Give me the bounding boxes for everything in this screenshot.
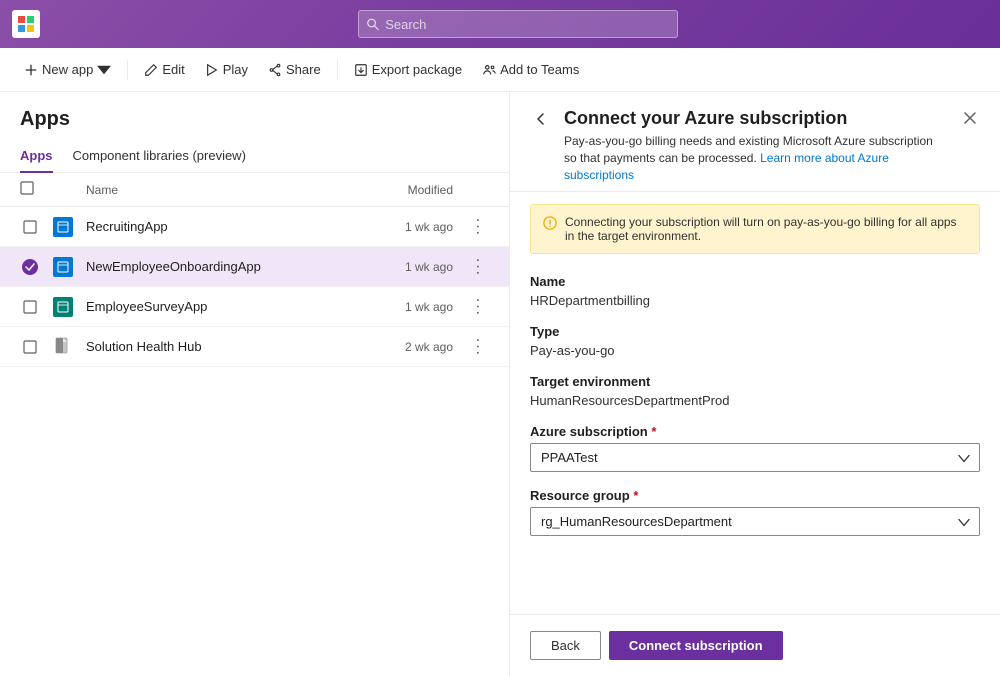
row-checkbox-3[interactable] xyxy=(20,300,40,314)
selected-check-icon xyxy=(22,259,38,275)
row-actions-3[interactable]: ··· xyxy=(465,298,489,316)
search-input[interactable] xyxy=(385,17,669,32)
panel-form: Name HRDepartmentbilling Type Pay-as-you… xyxy=(510,266,1000,614)
azure-sub-dropdown[interactable]: PPAATest xyxy=(530,443,980,472)
share-button[interactable]: Share xyxy=(260,57,329,82)
resource-group-dropdown[interactable]: rg_HumanResourcesDepartment xyxy=(530,507,980,536)
row-name-1: RecruitingApp xyxy=(86,219,361,234)
new-app-label: New app xyxy=(42,62,93,77)
warning-text: Connecting your subscription will turn o… xyxy=(565,215,967,243)
field-type: Type Pay-as-you-go xyxy=(530,324,980,358)
target-env-label: Target environment xyxy=(530,374,980,389)
canvas-icon-blue-2 xyxy=(53,257,73,277)
name-value: HRDepartmentbilling xyxy=(530,293,980,308)
search-box[interactable] xyxy=(358,10,678,38)
export-package-button[interactable]: Export package xyxy=(346,57,470,82)
toolbar-divider-2 xyxy=(337,60,338,80)
row-actions-1[interactable]: ··· xyxy=(465,218,489,236)
file-icon xyxy=(53,337,73,357)
tabs: Apps Component libraries (preview) xyxy=(0,139,509,173)
edit-button[interactable]: Edit xyxy=(136,57,192,82)
resource-group-required: * xyxy=(633,488,638,503)
row-modified-1: 1 wk ago xyxy=(373,220,453,234)
panel-footer: Back Connect subscription xyxy=(510,614,1000,676)
back-button[interactable]: Back xyxy=(530,631,601,660)
row-icon-3 xyxy=(52,297,74,317)
warning-icon xyxy=(543,216,557,233)
row-name-2: NewEmployeeOnboardingApp xyxy=(86,259,361,274)
row-actions-2[interactable]: ··· xyxy=(465,258,489,276)
more-options-icon-2[interactable]: ··· xyxy=(468,257,486,276)
back-arrow-button[interactable] xyxy=(530,108,552,130)
topbar xyxy=(0,0,1000,48)
more-options-icon-4[interactable]: ··· xyxy=(468,337,486,356)
panel-title-area: Connect your Azure subscription Pay-as-y… xyxy=(564,108,948,183)
row-checkbox-1[interactable] xyxy=(20,220,40,234)
tab-apps[interactable]: Apps xyxy=(20,140,53,173)
field-resource-group: Resource group * rg_HumanResourcesDepart… xyxy=(530,488,980,536)
main-content: Apps Apps Component libraries (preview) … xyxy=(0,92,1000,676)
row-checkbox-2[interactable] xyxy=(20,259,40,275)
row-modified-2: 1 wk ago xyxy=(373,260,453,274)
header-modified: Modified xyxy=(373,183,453,197)
panel-header: Connect your Azure subscription Pay-as-y… xyxy=(510,92,1000,192)
row-name-3: EmployeeSurveyApp xyxy=(86,299,361,314)
export-package-label: Export package xyxy=(372,62,462,77)
row-modified-3: 1 wk ago xyxy=(373,300,453,314)
toolbar: New app Edit Play Share Export package A… xyxy=(0,48,1000,92)
tab-component-libraries[interactable]: Component libraries (preview) xyxy=(73,140,246,173)
header-checkbox xyxy=(20,181,40,198)
play-button[interactable]: Play xyxy=(197,57,256,82)
new-app-button[interactable]: New app xyxy=(16,57,119,82)
panel-subtitle: Pay-as-you-go billing needs and existing… xyxy=(564,133,948,183)
edit-label: Edit xyxy=(162,62,184,77)
name-label: Name xyxy=(530,274,980,289)
azure-sub-dropdown-wrapper: PPAATest xyxy=(530,443,980,472)
type-label: Type xyxy=(530,324,980,339)
canvas-icon-teal xyxy=(53,297,73,317)
target-env-value: HumanResourcesDepartmentProd xyxy=(530,393,980,408)
row-actions-4[interactable]: ··· xyxy=(465,338,489,356)
table-row[interactable]: RecruitingApp 1 wk ago ··· xyxy=(0,207,509,247)
connect-subscription-button[interactable]: Connect subscription xyxy=(609,631,783,660)
more-options-icon-3[interactable]: ··· xyxy=(468,297,486,316)
table-header: Name Modified xyxy=(0,173,509,207)
row-modified-4: 2 wk ago xyxy=(373,340,453,354)
table-row[interactable]: Solution Health Hub 2 wk ago ··· xyxy=(0,327,509,367)
header-name: Name xyxy=(86,183,361,197)
app-logo xyxy=(12,10,40,38)
add-to-teams-button[interactable]: Add to Teams xyxy=(474,57,587,82)
add-to-teams-label: Add to Teams xyxy=(500,62,579,77)
row-icon-2 xyxy=(52,257,74,277)
page-title: Apps xyxy=(0,92,509,139)
field-name: Name HRDepartmentbilling xyxy=(530,274,980,308)
azure-sub-label: Azure subscription * xyxy=(530,424,980,439)
resource-group-dropdown-wrapper: rg_HumanResourcesDepartment xyxy=(530,507,980,536)
play-label: Play xyxy=(223,62,248,77)
left-panel: Apps Apps Component libraries (preview) … xyxy=(0,92,510,676)
table-row[interactable]: NewEmployeeOnboardingApp 1 wk ago ··· xyxy=(0,247,509,287)
row-icon-1 xyxy=(52,217,74,237)
canvas-icon-blue xyxy=(53,217,73,237)
warning-banner: Connecting your subscription will turn o… xyxy=(530,204,980,254)
azure-sub-required: * xyxy=(651,424,656,439)
toolbar-divider-1 xyxy=(127,60,128,80)
resource-group-label: Resource group * xyxy=(530,488,980,503)
type-value: Pay-as-you-go xyxy=(530,343,980,358)
apps-table: Name Modified RecruitingApp 1 wk ago ··· xyxy=(0,173,509,676)
right-panel: Connect your Azure subscription Pay-as-y… xyxy=(510,92,1000,676)
more-options-icon-1[interactable]: ··· xyxy=(468,217,486,236)
row-checkbox-4[interactable] xyxy=(20,340,40,354)
table-row[interactable]: EmployeeSurveyApp 1 wk ago ··· xyxy=(0,287,509,327)
row-icon-4 xyxy=(52,337,74,357)
row-name-4: Solution Health Hub xyxy=(86,339,361,354)
share-label: Share xyxy=(286,62,321,77)
field-azure-sub: Azure subscription * PPAATest xyxy=(530,424,980,472)
panel-title: Connect your Azure subscription xyxy=(564,108,948,129)
close-button[interactable] xyxy=(960,108,980,133)
field-target-env: Target environment HumanResourcesDepartm… xyxy=(530,374,980,408)
